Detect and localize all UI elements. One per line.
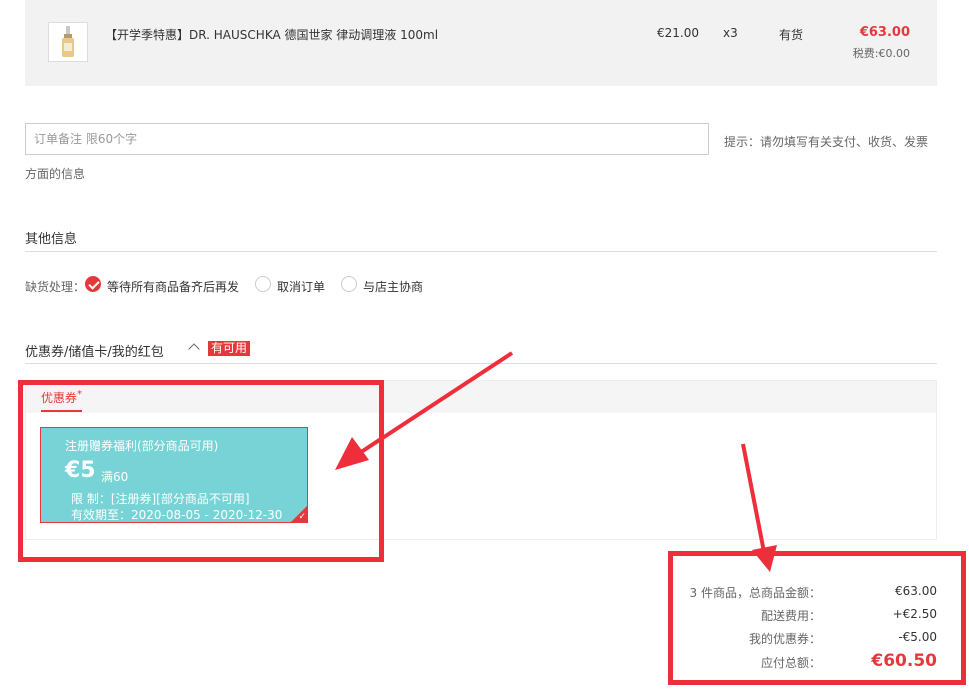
available-badge: 有可用 [208, 341, 251, 356]
radio-cancel-order-label[interactable]: 取消订单 [277, 278, 325, 295]
item-tax: 税费:€0.00 [852, 47, 910, 60]
item-total: €63.00 [859, 25, 910, 40]
radio-wait-all[interactable] [85, 276, 101, 292]
chevron-up-icon[interactable] [188, 343, 200, 355]
annotation-box-coupon [18, 380, 384, 562]
other-info-title: 其他信息 [25, 232, 78, 247]
radio-negotiate[interactable] [341, 276, 357, 292]
divider [25, 363, 937, 364]
radio-negotiate-label[interactable]: 与店主协商 [363, 278, 423, 295]
product-thumbnail[interactable] [48, 22, 88, 62]
product-name[interactable]: 【开学季特惠】DR. HAUSCHKA 德国世家 律动调理液 100ml [105, 26, 438, 43]
quantity: x3 [723, 26, 738, 40]
annotation-box-summary [668, 551, 966, 685]
divider [25, 251, 937, 252]
order-note-hint: 提示：请勿填写有关支付、收货、发票 [724, 135, 929, 149]
serum-bottle-icon [62, 26, 74, 57]
unit-price: €21.00 [657, 26, 699, 40]
radio-wait-all-label[interactable]: 等待所有商品备齐后再发 [107, 278, 239, 295]
order-note-input[interactable] [25, 123, 709, 155]
stock-status: 有货 [779, 28, 804, 42]
order-note-hint-continued: 方面的信息 [25, 167, 86, 181]
radio-cancel-order[interactable] [255, 276, 271, 292]
coupon-section-title[interactable]: 优惠券/储值卡/我的红包 [25, 341, 164, 360]
out-of-stock-label: 缺货处理： [25, 280, 86, 294]
cart-item-row: 【开学季特惠】DR. HAUSCHKA 德国世家 律动调理液 100ml €21… [25, 0, 937, 86]
